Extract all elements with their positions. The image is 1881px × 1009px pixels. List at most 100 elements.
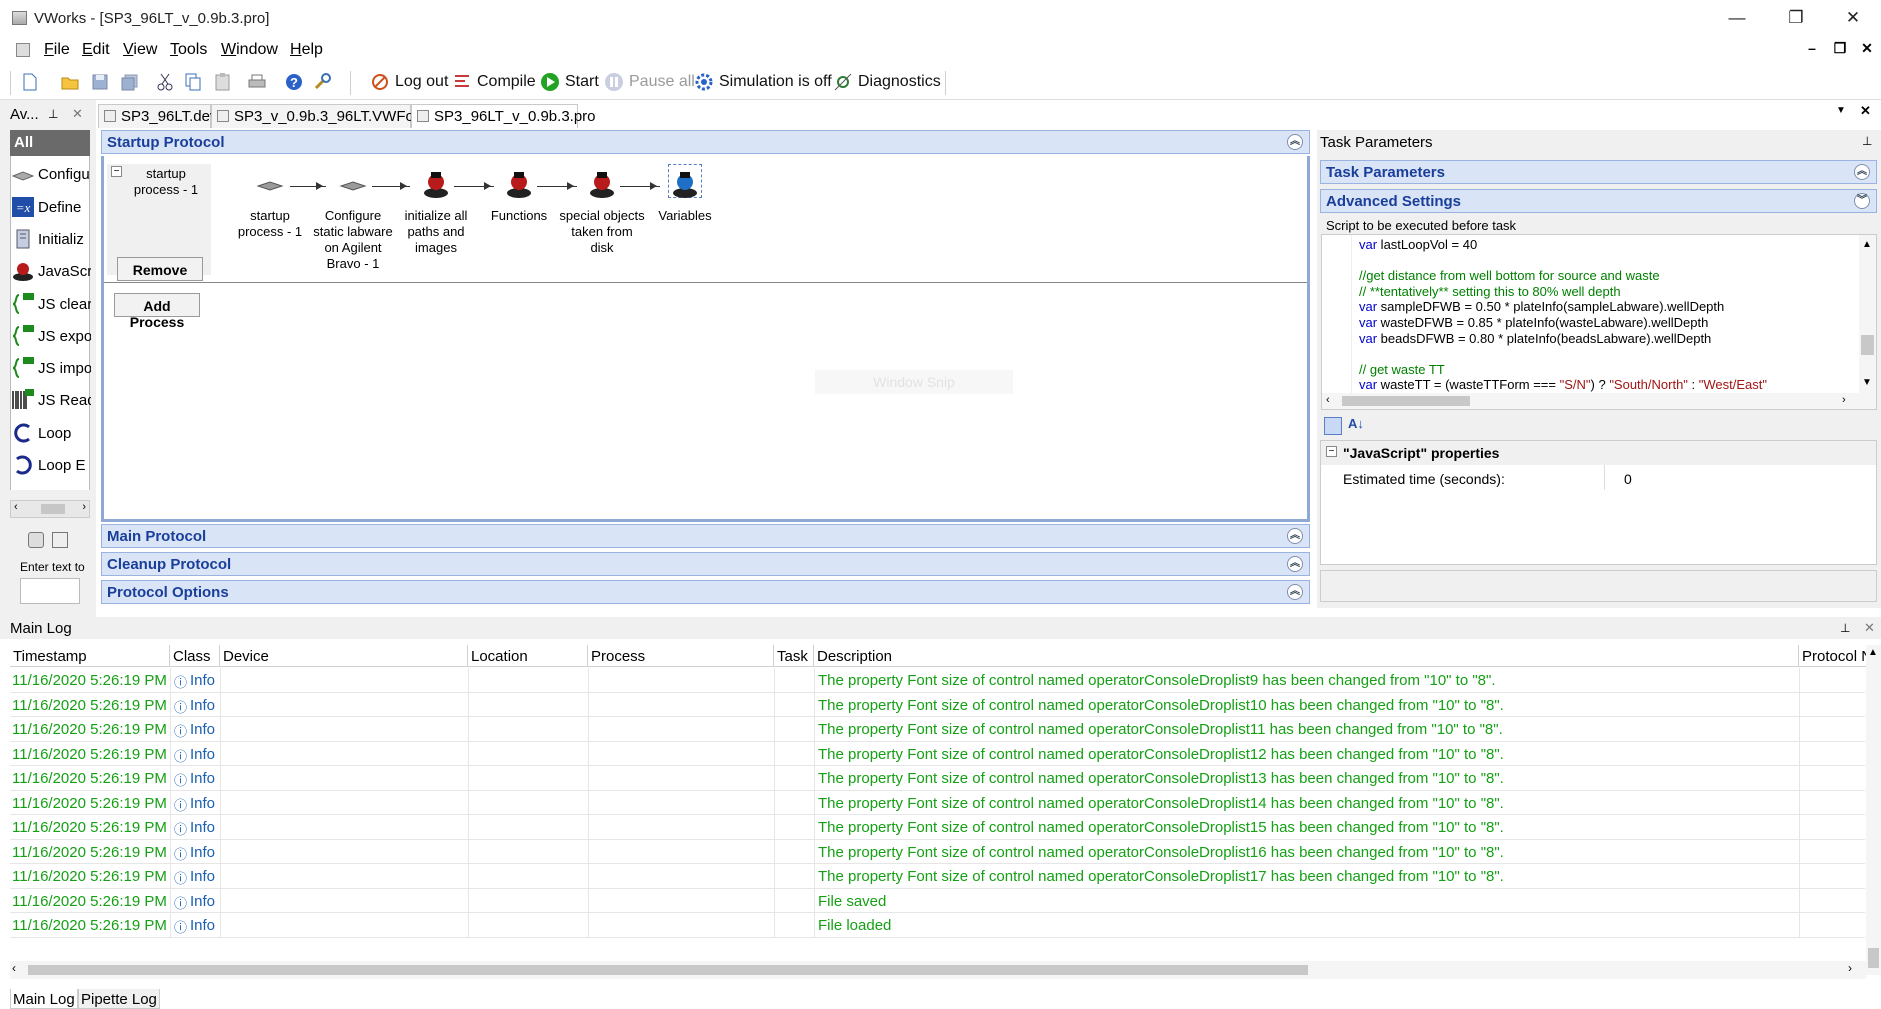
menu-tools[interactable]: Tools bbox=[170, 41, 207, 59]
task-js-import[interactable]: JS impo bbox=[11, 354, 91, 382]
log-row[interactable]: 11/16/2020 5:26:19 PM ⓘ Info The property F… bbox=[10, 668, 1865, 693]
tools-icon[interactable] bbox=[312, 70, 337, 94]
log-row[interactable]: 11/16/2020 5:26:19 PM ⓘ Info File saved bbox=[10, 888, 1865, 913]
menu-file[interactable]: File bbox=[44, 41, 70, 59]
estimated-time-value[interactable]: 0 bbox=[1604, 471, 1874, 487]
property-group-row[interactable]: − "JavaScript" properties bbox=[1321, 441, 1876, 465]
cut-icon[interactable] bbox=[155, 70, 180, 94]
task-step-variables[interactable]: Variables bbox=[642, 164, 728, 260]
category-all[interactable]: All bbox=[10, 130, 90, 156]
pause-all-button[interactable]: Pause all bbox=[604, 70, 695, 94]
tab-form-file[interactable]: SP3_v_0.9b.3_96LT.VWForm bbox=[211, 104, 431, 128]
task-step-special-objects[interactable]: special objects taken from disk bbox=[559, 170, 645, 260]
tab-protocol-file[interactable]: SP3_96LT_v_0.9b.3.pro bbox=[411, 104, 596, 128]
remove-button[interactable]: Remove bbox=[117, 257, 203, 281]
column-timestamp[interactable]: Timestamp bbox=[10, 645, 170, 667]
horizontal-scrollbar[interactable]: ‹ › bbox=[10, 500, 90, 518]
task-js-clear[interactable]: JS clear bbox=[11, 290, 91, 318]
toolbox-settings-icon[interactable] bbox=[28, 532, 44, 548]
log-row[interactable]: 11/16/2020 5:26:19 PM ⓘ Info The property F… bbox=[10, 717, 1865, 742]
collapse-icon[interactable]: ︾ bbox=[1854, 193, 1870, 209]
scroll-thumb[interactable] bbox=[28, 965, 1308, 975]
task-step-initialize-paths[interactable]: initialize all paths and images bbox=[393, 170, 479, 260]
task-parameters-header[interactable]: Task Parameters ︽ bbox=[1320, 160, 1877, 184]
scroll-down-icon[interactable]: ▼ bbox=[1862, 375, 1872, 391]
scroll-thumb[interactable] bbox=[1861, 335, 1874, 355]
task-configure-labware[interactable]: Configu bbox=[11, 160, 91, 188]
new-file-icon[interactable] bbox=[20, 70, 45, 94]
column-device[interactable]: Device bbox=[220, 645, 468, 667]
tab-close-icon[interactable]: ✕ bbox=[1860, 103, 1871, 119]
minimize-button[interactable]: — bbox=[1722, 6, 1752, 30]
pin-icon[interactable]: ⊥ bbox=[1840, 621, 1850, 635]
close-button[interactable]: ✕ bbox=[1838, 6, 1868, 30]
menu-edit[interactable]: Edit bbox=[82, 41, 110, 59]
tab-main-log[interactable]: Main Log bbox=[10, 989, 78, 1009]
script-editor[interactable]: var lastLoopVol = 40 //get distance from … bbox=[1321, 234, 1877, 410]
tab-dev-file[interactable]: SP3_96LT.dev bbox=[98, 104, 217, 128]
menu-window[interactable]: Window bbox=[221, 41, 278, 59]
sort-alpha-icon[interactable]: A↓ bbox=[1348, 416, 1364, 431]
task-define-variable[interactable]: =x Define bbox=[11, 193, 91, 221]
task-js-read-barcode[interactable]: JS Read bbox=[11, 386, 91, 414]
horizontal-scrollbar[interactable]: ‹ › bbox=[1322, 393, 1876, 409]
task-loop[interactable]: Loop bbox=[11, 419, 91, 447]
log-row[interactable]: 11/16/2020 5:26:19 PM ⓘ Info The property F… bbox=[10, 839, 1865, 864]
panel-close-icon[interactable]: ✕ bbox=[72, 106, 83, 122]
scroll-up-icon[interactable]: ▲ bbox=[1862, 237, 1872, 253]
compile-button[interactable]: Compile bbox=[452, 70, 536, 94]
print-icon[interactable] bbox=[247, 70, 272, 94]
task-js-export[interactable]: JS expo bbox=[11, 322, 91, 350]
menu-help[interactable]: Help bbox=[290, 41, 323, 59]
task-step-configure-labware[interactable]: Configure static labware on Agilent Brav… bbox=[310, 170, 396, 271]
startup-protocol-header[interactable]: Startup Protocol ︽ bbox=[101, 130, 1310, 154]
logout-button[interactable]: Log out bbox=[370, 70, 448, 94]
mdi-minimize-button[interactable]: – bbox=[1802, 40, 1822, 56]
task-step-functions[interactable]: Functions bbox=[476, 170, 562, 260]
scroll-right-icon[interactable]: › bbox=[1842, 393, 1846, 409]
mdi-close-button[interactable]: ✕ bbox=[1857, 40, 1877, 57]
restore-button[interactable]: ❐ bbox=[1781, 6, 1811, 30]
collapse-process-icon[interactable]: − bbox=[111, 166, 122, 177]
scroll-thumb[interactable] bbox=[41, 504, 65, 514]
diagnostics-button[interactable]: Diagnostics bbox=[833, 70, 941, 94]
cleanup-protocol-header[interactable]: Cleanup Protocol ︽ bbox=[101, 552, 1310, 576]
scroll-thumb[interactable] bbox=[1868, 948, 1879, 968]
column-protocol-name[interactable]: Protocol N bbox=[1799, 645, 1871, 667]
protocol-options-header[interactable]: Protocol Options ︽ bbox=[101, 580, 1310, 604]
help-icon[interactable]: ? bbox=[284, 70, 309, 94]
log-horizontal-scrollbar[interactable]: ‹ › bbox=[10, 961, 1866, 979]
column-process[interactable]: Process bbox=[588, 645, 774, 667]
task-step-startup[interactable]: startup process - 1 bbox=[227, 170, 313, 260]
tab-pipette-log[interactable]: Pipette Log bbox=[78, 989, 160, 1009]
scroll-right-icon[interactable]: › bbox=[1848, 961, 1852, 975]
start-button[interactable]: Start bbox=[540, 70, 599, 94]
vertical-scrollbar[interactable]: ▲ ▼ bbox=[1859, 235, 1876, 395]
add-process-button[interactable]: Add Process bbox=[114, 293, 200, 330]
menu-view[interactable]: View bbox=[123, 41, 157, 59]
column-task[interactable]: Task bbox=[774, 645, 814, 667]
expand-icon[interactable]: ︽ bbox=[1854, 164, 1870, 180]
scroll-left-icon[interactable]: ‹ bbox=[1326, 393, 1330, 409]
column-description[interactable]: Description bbox=[814, 645, 1799, 667]
toolbox-print-icon[interactable] bbox=[52, 532, 68, 548]
pin-icon[interactable]: ⊥ bbox=[48, 107, 58, 121]
column-class[interactable]: Class bbox=[170, 645, 220, 667]
log-row[interactable]: 11/16/2020 5:26:19 PM ⓘ Info The property F… bbox=[10, 766, 1865, 791]
collapse-group-icon[interactable]: − bbox=[1326, 446, 1337, 457]
log-row[interactable]: 11/16/2020 5:26:19 PM ⓘ Info The property F… bbox=[10, 864, 1865, 889]
log-row[interactable]: 11/16/2020 5:26:19 PM ⓘ Info The property F… bbox=[10, 815, 1865, 840]
scroll-right-icon[interactable]: › bbox=[82, 501, 86, 513]
task-javascript[interactable]: JavaScri bbox=[11, 257, 91, 285]
log-close-icon[interactable]: ✕ bbox=[1864, 620, 1875, 636]
log-row[interactable]: 11/16/2020 5:26:19 PM ⓘ Info The property F… bbox=[10, 741, 1865, 766]
log-row[interactable]: 11/16/2020 5:26:19 PM ⓘ Info The property F… bbox=[10, 692, 1865, 717]
task-loop-end[interactable]: Loop E bbox=[11, 451, 91, 479]
scroll-left-icon[interactable]: ‹ bbox=[12, 961, 16, 975]
scroll-up-icon[interactable]: ▲ bbox=[1868, 647, 1878, 658]
open-folder-icon[interactable] bbox=[60, 70, 85, 94]
log-row[interactable]: 11/16/2020 5:26:19 PM ⓘ Info File loaded bbox=[10, 913, 1865, 938]
column-location[interactable]: Location bbox=[468, 645, 588, 667]
log-vertical-scrollbar[interactable]: ▲ bbox=[1866, 645, 1881, 975]
log-row[interactable]: 11/16/2020 5:26:19 PM ⓘ Info The property F… bbox=[10, 790, 1865, 815]
